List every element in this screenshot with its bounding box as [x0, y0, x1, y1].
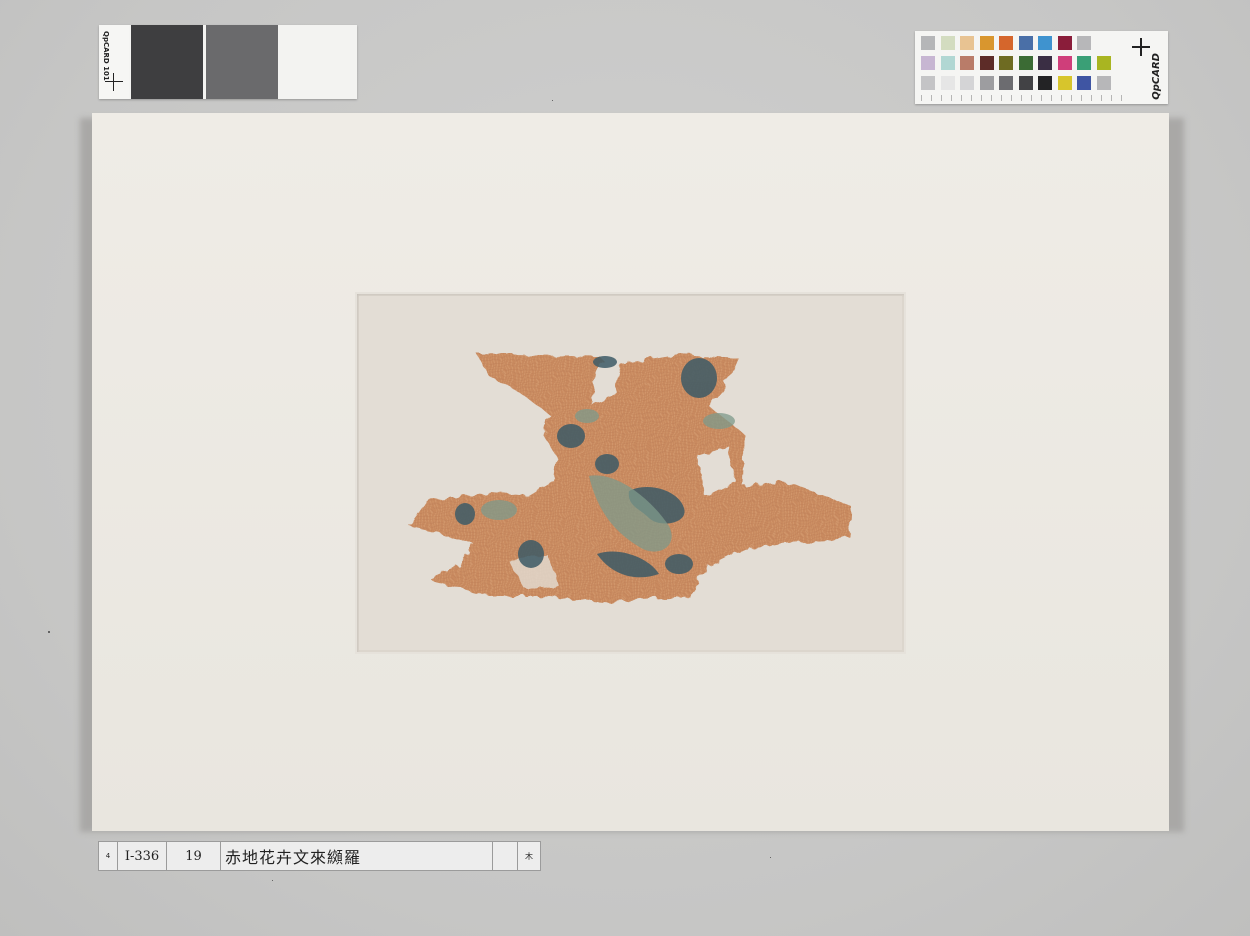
label-blank-cell	[492, 841, 518, 871]
grey-patch-dark	[131, 25, 203, 99]
color-swatch	[921, 76, 935, 90]
grey-scale-card: QpCARD 101	[99, 25, 357, 99]
color-swatch	[1038, 36, 1052, 50]
color-swatch	[940, 56, 955, 70]
color-card-scale	[921, 95, 1127, 101]
color-checker-card: QpCARD	[915, 31, 1168, 104]
dust-speck	[770, 857, 771, 858]
dust-speck	[48, 631, 50, 633]
color-swatch	[940, 76, 955, 90]
color-swatch	[1077, 76, 1091, 90]
color-swatch	[960, 36, 974, 50]
color-swatch	[1077, 56, 1091, 70]
textile-fragment-image	[409, 354, 851, 602]
color-swatch	[979, 56, 994, 70]
color-swatch	[1057, 36, 1072, 50]
mat-window	[355, 292, 906, 654]
color-swatch	[1096, 76, 1111, 90]
dust-speck	[552, 100, 553, 101]
color-swatch	[979, 36, 994, 50]
color-swatch	[1018, 76, 1033, 90]
color-swatch	[960, 56, 974, 70]
crosshair-icon	[1132, 38, 1150, 56]
color-swatch	[1096, 56, 1111, 70]
color-swatch	[921, 56, 935, 70]
grey-card-ruler: QpCARD 101	[99, 25, 129, 99]
dust-speck	[272, 880, 273, 881]
color-swatch	[999, 36, 1013, 50]
crosshair-icon	[105, 73, 123, 91]
color-swatch	[1057, 56, 1072, 70]
color-swatch	[1038, 56, 1052, 70]
label-title: 赤地花卉文來纐羅	[220, 841, 493, 871]
color-card-brand: QpCARD	[1151, 53, 1162, 100]
mat-board	[92, 113, 1169, 831]
color-swatch	[1057, 76, 1072, 90]
color-swatch	[999, 76, 1013, 90]
grey-patch-mid	[206, 25, 278, 99]
color-swatch	[999, 56, 1013, 70]
label-inventory-number: I-336	[117, 841, 167, 871]
color-swatch	[1018, 56, 1033, 70]
color-swatch	[960, 76, 974, 90]
grey-patch-white	[278, 25, 357, 99]
label-item-number: 19	[166, 841, 221, 871]
color-swatch	[921, 36, 935, 50]
label-note: 木	[517, 841, 541, 871]
color-swatch	[979, 76, 994, 90]
label-marker: 4	[98, 841, 118, 871]
textile-backing	[359, 296, 902, 650]
color-swatch	[940, 36, 955, 50]
color-swatch	[1038, 76, 1052, 90]
color-swatch	[1077, 36, 1091, 50]
color-swatch	[1018, 36, 1033, 50]
catalogue-label: 4 I-336 19 赤地花卉文來纐羅 木	[98, 841, 541, 871]
